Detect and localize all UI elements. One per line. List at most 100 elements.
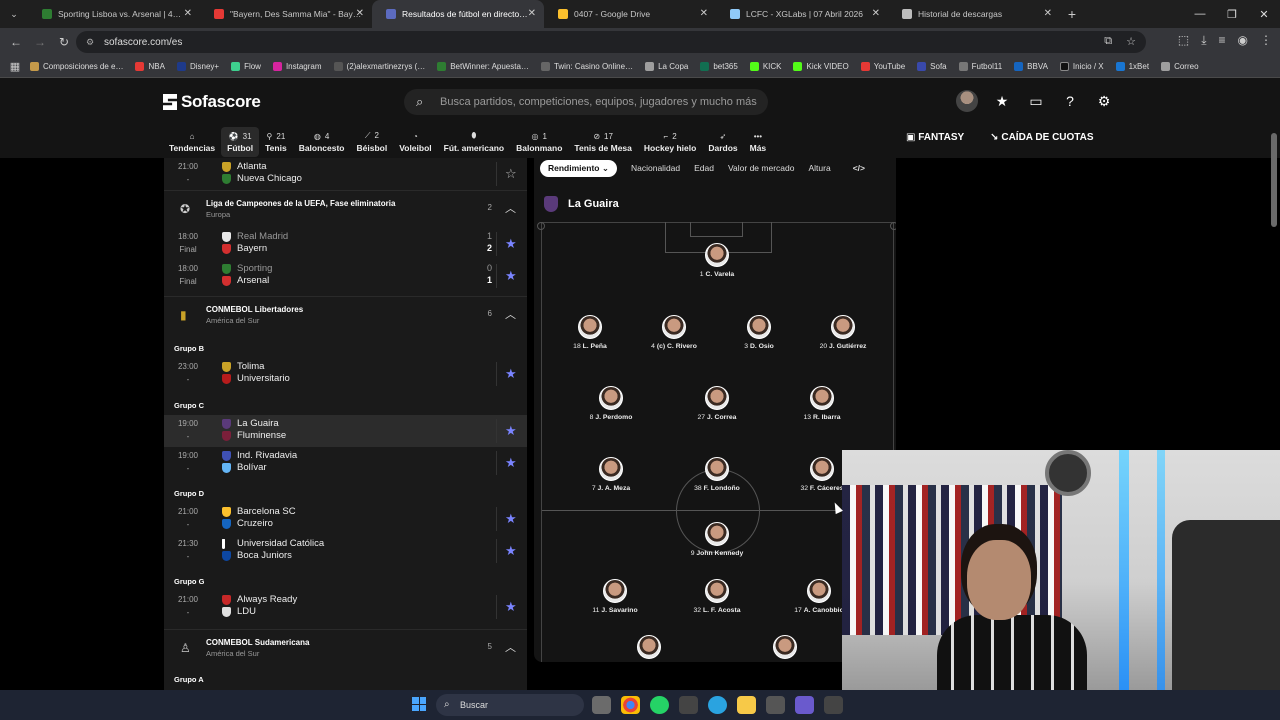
sport-tab-more[interactable]: ••• Más: [744, 127, 773, 157]
favorite-star-icon[interactable]: ☆: [505, 166, 517, 182]
windows-start-icon[interactable]: [412, 697, 426, 711]
filter-rendimiento[interactable]: Rendimiento ⌄: [540, 159, 617, 177]
match-row[interactable]: 21:00 - Always Ready LDU ★: [164, 591, 527, 623]
address-bar[interactable]: ⚙ sofascore.com/es ⧉ ☆: [76, 31, 1146, 53]
file-explorer-icon[interactable]: [592, 696, 611, 714]
downloads-icon[interactable]: ⤓: [1201, 33, 1206, 48]
minimize-icon[interactable]: —: [1184, 0, 1216, 28]
sport-tab-baseball[interactable]: ⟋ 2 Béisbol: [351, 127, 394, 157]
match-row[interactable]: 19:00 - Ind. Rivadavia Bolívar ★: [164, 447, 527, 479]
league-header-ucl[interactable]: ✪ Liga de Campeones de la UEFA, Fase eli…: [164, 190, 527, 228]
sport-tab-handball[interactable]: ◎ 1 Balonmano: [510, 127, 568, 157]
favorite-star-icon[interactable]: ★: [505, 423, 517, 439]
bookmark-item[interactable]: Twin: Casino Online…: [540, 62, 633, 71]
filter-nacionalidad[interactable]: Nacionalidad: [631, 163, 680, 173]
bookmark-item[interactable]: YouTube: [860, 62, 905, 71]
close-icon[interactable]: ✕: [700, 8, 708, 19]
bookmark-folder[interactable]: La Copa: [645, 62, 688, 71]
favorite-star-icon[interactable]: ★: [505, 543, 517, 559]
sport-tab-volleyball[interactable]: ◔ Voleibol: [393, 127, 437, 157]
close-icon[interactable]: ✕: [528, 8, 536, 19]
restore-icon[interactable]: ❐: [1216, 0, 1248, 28]
browser-tab[interactable]: Sporting Lisboa vs. Arsenal | 4… ✕: [28, 0, 200, 28]
taskbar-search[interactable]: ⌕ Buscar: [436, 694, 584, 716]
chevron-up-icon[interactable]: ︿: [505, 639, 516, 655]
fantasy-link[interactable]: ▣ FANTASY: [906, 132, 964, 143]
sport-tab-ice-hockey[interactable]: ⌐ 2 Hockey hielo: [638, 127, 702, 157]
bookmark-item[interactable]: bet365: [700, 62, 738, 71]
filter-altura[interactable]: Altura: [808, 163, 830, 173]
favorite-star-icon[interactable]: ★: [505, 268, 517, 284]
bookmark-item[interactable]: Kick VIDEO: [793, 62, 849, 71]
sport-tab-darts[interactable]: ➶ Dardos: [702, 127, 743, 157]
bookmark-item[interactable]: 1xBet: [1115, 62, 1149, 71]
player-marker[interactable]: 3 D. Osio: [719, 315, 799, 350]
league-header-sudamericana[interactable]: ♙ CONMEBOL Sudamericana América del Sur …: [164, 629, 527, 667]
menu-icon[interactable]: ⋮: [1260, 33, 1272, 48]
filter-valor-mercado[interactable]: Valor de mercado: [728, 163, 794, 173]
site-info-icon[interactable]: ⚙: [86, 37, 94, 48]
match-row[interactable]: 21:00 - Atlanta Nueva Chicago ☆: [164, 158, 527, 190]
player-marker[interactable]: 13 R. Ibarra: [782, 386, 862, 421]
odds-drop-link[interactable]: ↘ CAÍDA DE CUOTAS: [990, 132, 1093, 143]
media-icon[interactable]: ≡: [1219, 33, 1226, 48]
browser-tab-active[interactable]: Resultados de fútbol en directo… ✕: [372, 0, 544, 28]
app-icon[interactable]: [766, 696, 785, 714]
close-icon[interactable]: ✕: [1044, 8, 1052, 19]
close-window-icon[interactable]: ✕: [1248, 0, 1280, 28]
match-row[interactable]: 21:00 - Barcelona SC Cruzeiro ★: [164, 503, 527, 535]
sport-tab-basketball[interactable]: ◍ 4 Baloncesto: [293, 127, 351, 157]
bookmark-item[interactable]: NBA: [135, 62, 165, 71]
favorite-star-icon[interactable]: ★: [505, 236, 517, 252]
browser-tab[interactable]: LCFC - XGLabs | 07 Abril 2026 ✕: [716, 0, 888, 28]
player-marker[interactable]: 8 J. Perdomo: [571, 386, 651, 421]
bookmark-item[interactable]: Instagram: [272, 62, 322, 71]
player-marker[interactable]: 32 L. F. Acosta: [677, 579, 757, 614]
help-icon[interactable]: ?: [1060, 90, 1080, 112]
favorite-star-icon[interactable]: ★: [505, 599, 517, 615]
favorites-star-icon[interactable]: ★: [992, 90, 1012, 112]
chevron-up-icon[interactable]: ︿: [505, 200, 516, 216]
sport-tab-american-football[interactable]: ⬮ Fút. americano: [438, 127, 510, 157]
sport-tab-tennis[interactable]: ⚲ 21 Tenis: [259, 127, 293, 157]
player-marker[interactable]: 20 J. Gutiérrez: [803, 315, 883, 350]
whatsapp-icon[interactable]: [650, 696, 669, 714]
search-input[interactable]: ⌕ Busca partidos, competiciones, equipos,…: [404, 89, 768, 115]
player-marker[interactable]: 11 J. Savarino: [575, 579, 655, 614]
back-icon[interactable]: ←: [4, 35, 28, 49]
profile-icon[interactable]: ◉: [1238, 33, 1248, 48]
bookmark-item[interactable]: Correo: [1161, 62, 1199, 71]
bookmark-item[interactable]: Futbol11: [958, 62, 1002, 71]
browser-tab[interactable]: 0407 - Google Drive ✕: [544, 0, 716, 28]
bookmark-item[interactable]: Composiciones de e…: [30, 62, 123, 71]
bookmark-item[interactable]: BetWinner: Apuesta…: [437, 62, 529, 71]
bookmark-item[interactable]: Inicio / X: [1059, 62, 1104, 71]
bookmark-star-icon[interactable]: ☆: [1126, 35, 1136, 48]
apps-grid-icon[interactable]: ▦: [0, 60, 30, 73]
browser-tab[interactable]: "Bayern, Des Samma Mia" - Bay… ✕: [200, 0, 372, 28]
close-icon[interactable]: ✕: [872, 8, 880, 19]
player-marker[interactable]: 1 C. Varela: [677, 243, 757, 278]
favorite-star-icon[interactable]: ★: [505, 511, 517, 527]
tv-icon[interactable]: ▭: [1026, 90, 1046, 112]
app-icon[interactable]: [679, 696, 698, 714]
match-row[interactable]: 18:00 Final Real Madrid Bayern 1 2 ★: [164, 228, 527, 260]
bookmark-item[interactable]: Sofa: [917, 62, 947, 71]
extensions-icon[interactable]: ⬚: [1178, 33, 1189, 48]
close-icon[interactable]: ✕: [356, 8, 364, 19]
player-marker[interactable]: 27 J. Correa: [677, 386, 757, 421]
page-scrollbar[interactable]: [1271, 133, 1277, 227]
embed-code-icon[interactable]: </>: [853, 163, 865, 173]
tab-search-icon[interactable]: ⌄: [0, 0, 28, 28]
bookmark-item[interactable]: KICK: [749, 62, 781, 71]
app-icon[interactable]: [795, 696, 814, 714]
favorite-star-icon[interactable]: ★: [505, 455, 517, 471]
sofascore-logo[interactable]: Sofascore: [163, 92, 261, 112]
match-row[interactable]: 23:00 - Tolima Universitario ★: [164, 358, 527, 390]
favorite-star-icon[interactable]: ★: [505, 366, 517, 382]
sport-tab-table-tennis[interactable]: ⊘ 17 Tenis de Mesa: [568, 127, 637, 157]
player-marker[interactable]: 7 J. A. Meza: [571, 457, 651, 492]
league-header-libertadores[interactable]: ▮ CONMEBOL Libertadores América del Sur …: [164, 296, 527, 334]
player-marker[interactable]: [745, 635, 825, 662]
forward-icon[interactable]: →: [28, 35, 52, 49]
